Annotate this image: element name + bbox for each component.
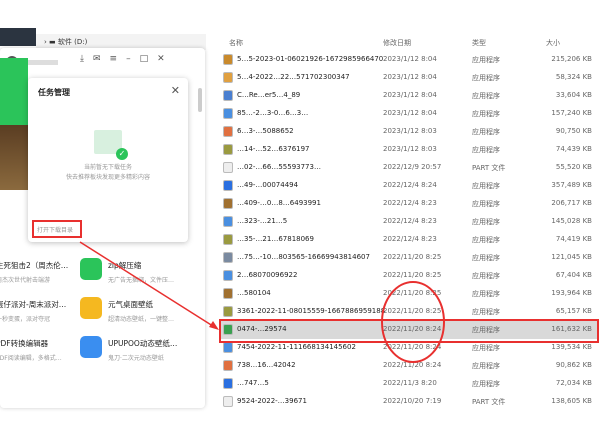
annotation-layer <box>79 241 599 363</box>
annotation-row-highlight <box>219 319 599 343</box>
annotation-arrow <box>79 241 217 329</box>
annotation-arrowhead <box>209 321 219 330</box>
annotation-date-circle <box>381 281 445 363</box>
